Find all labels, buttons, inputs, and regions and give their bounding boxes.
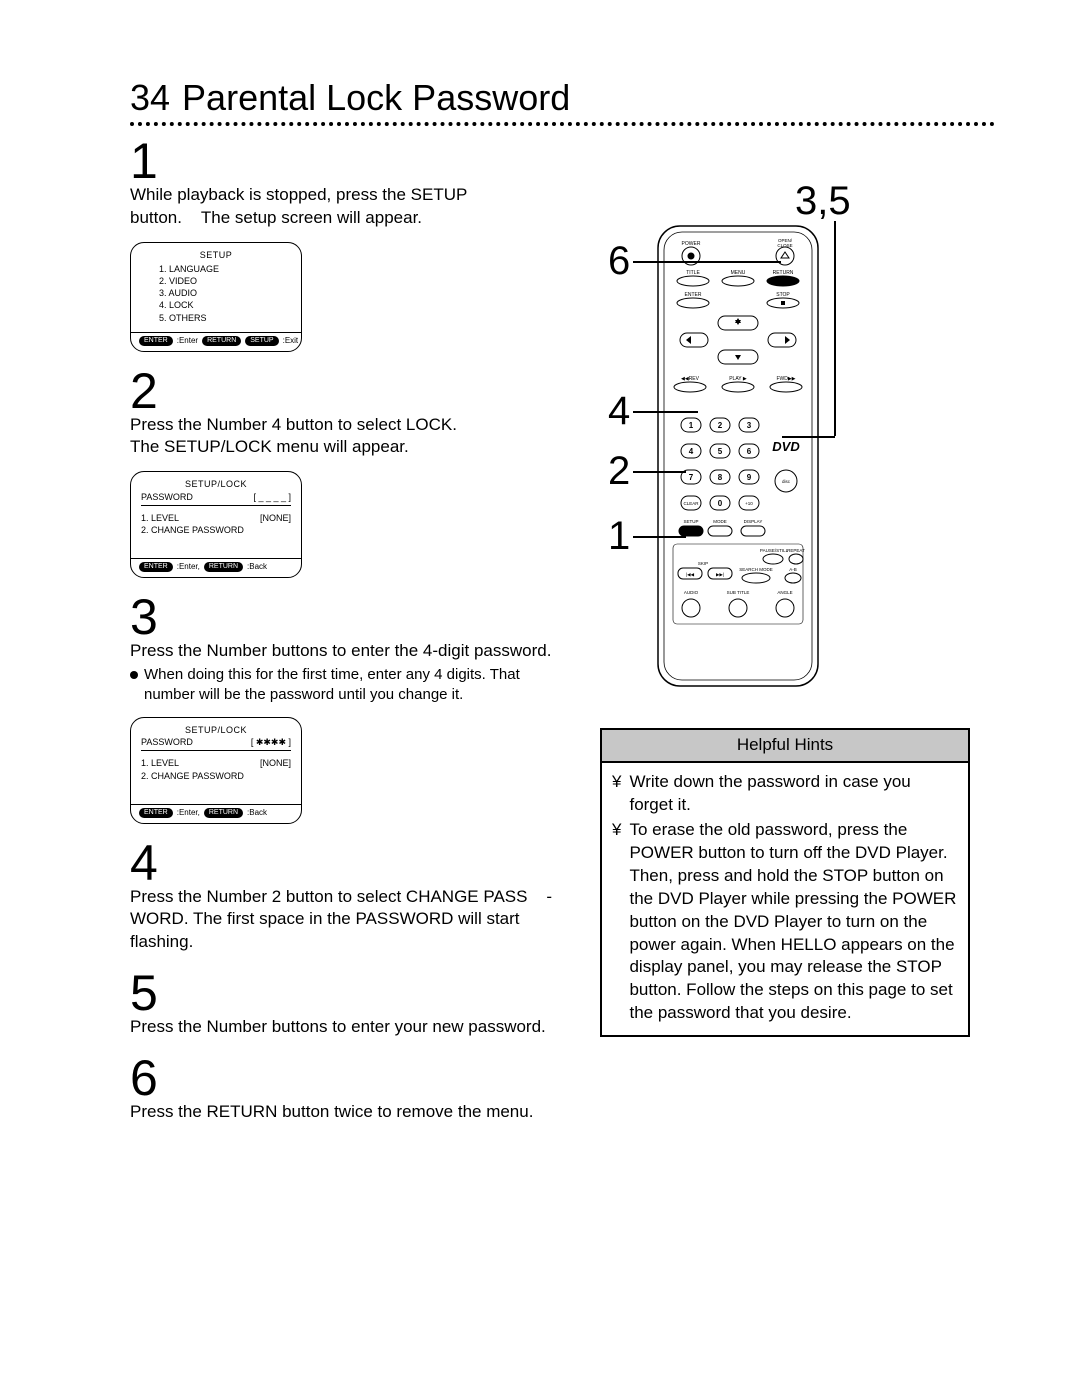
svg-text:PLAY ▶: PLAY ▶	[729, 376, 747, 382]
callout-6: 6	[608, 241, 630, 281]
osd-lock-stars: SETUP/LOCK PASSWORD[ ✱✱✱✱ ] 1. LEVEL[NON…	[130, 717, 302, 823]
svg-text:3: 3	[747, 421, 752, 430]
svg-text:6: 6	[747, 447, 752, 456]
svg-text:▶▶|: ▶▶|	[716, 572, 724, 577]
callout-line	[633, 471, 686, 473]
callout-line	[633, 536, 686, 538]
svg-text:4: 4	[689, 447, 694, 456]
hint-item-1: ¥ Write down the password in case you fo…	[612, 771, 958, 817]
step-text-4: Press the Number 2 button to select CHAN…	[130, 886, 570, 955]
svg-text:MODE: MODE	[713, 519, 727, 524]
svg-text:+10: +10	[745, 501, 753, 506]
page-title: Parental Lock Password	[182, 80, 570, 116]
callout-2: 2	[608, 451, 630, 491]
svg-text:SEARCH MODE: SEARCH MODE	[739, 567, 773, 572]
callout-line	[633, 261, 781, 263]
step-number-1: 1	[130, 136, 570, 186]
svg-text:|◀◀: |◀◀	[686, 572, 695, 577]
callout-4: 4	[608, 391, 630, 431]
osd-setup: SETUP 1. LANGUAGE 2. VIDEO 3. AUDIO 4. L…	[130, 242, 302, 352]
step-number-3: 3	[130, 592, 570, 642]
page-number: 34	[130, 80, 170, 116]
svg-text:STOP: STOP	[776, 292, 790, 298]
helpful-hints-title: Helpful Hints	[602, 730, 968, 763]
svg-text:POWER: POWER	[682, 241, 701, 247]
step-3-bullet: When doing this for the first time, ente…	[130, 665, 570, 706]
svg-text:CLEAR: CLEAR	[683, 501, 699, 506]
svg-text:DVD: DVD	[772, 439, 800, 454]
callout-35: 3,5	[795, 181, 851, 221]
callout-line	[834, 221, 836, 436]
svg-text:TITLE: TITLE	[686, 270, 700, 276]
helpful-hints-box: Helpful Hints ¥ Write down the password …	[600, 728, 970, 1037]
svg-text:MENU: MENU	[731, 270, 746, 276]
step-text-2: Press the Number 4 button to select LOCK…	[130, 414, 570, 460]
osd-lock-blank: SETUP/LOCK PASSWORD[ _ _ _ _ ] 1. LEVEL[…	[130, 471, 302, 577]
svg-text:disc: disc	[782, 479, 791, 484]
svg-text:PAUSE/STILL: PAUSE/STILL	[760, 548, 789, 553]
svg-text:SKIP: SKIP	[698, 561, 708, 566]
svg-text:2: 2	[718, 421, 723, 430]
step-text-6: Press the RETURN button twice to remove …	[130, 1101, 570, 1124]
svg-text:9: 9	[747, 473, 752, 482]
step-number-4: 4	[130, 838, 570, 888]
svg-text:REPEAT: REPEAT	[787, 548, 805, 553]
svg-text:AUDIO: AUDIO	[684, 590, 699, 595]
svg-text:ANGLE: ANGLE	[777, 590, 792, 595]
svg-text:0: 0	[718, 499, 723, 508]
hint-item-2: ¥ To erase the old password, press the P…	[612, 819, 958, 1025]
callout-line	[633, 411, 698, 413]
step-text-1: While playback is stopped, press the SET…	[130, 184, 570, 230]
svg-text:A-B: A-B	[789, 567, 797, 572]
step-text-3: Press the Number buttons to enter the 4-…	[130, 640, 570, 663]
svg-text:FWD▶▶: FWD▶▶	[776, 376, 795, 382]
svg-text:RETURN: RETURN	[773, 270, 794, 276]
svg-text:5: 5	[718, 447, 723, 456]
step-number-2: 2	[130, 366, 570, 416]
svg-text:8: 8	[718, 473, 723, 482]
svg-text:SUB TITLE: SUB TITLE	[727, 590, 750, 595]
step-number-6: 6	[130, 1053, 570, 1103]
svg-text:7: 7	[689, 473, 694, 482]
step-text-5: Press the Number buttons to enter your n…	[130, 1016, 570, 1039]
callout-line	[782, 436, 835, 438]
svg-text:DISPLAY: DISPLAY	[744, 519, 763, 524]
step-number-5: 5	[130, 968, 570, 1018]
svg-text:◀◀REV: ◀◀REV	[681, 376, 700, 382]
svg-text:ENTER: ENTER	[685, 292, 702, 298]
svg-text:SETUP: SETUP	[683, 519, 698, 524]
svg-text:1: 1	[689, 421, 694, 430]
callout-1: 1	[608, 516, 630, 556]
